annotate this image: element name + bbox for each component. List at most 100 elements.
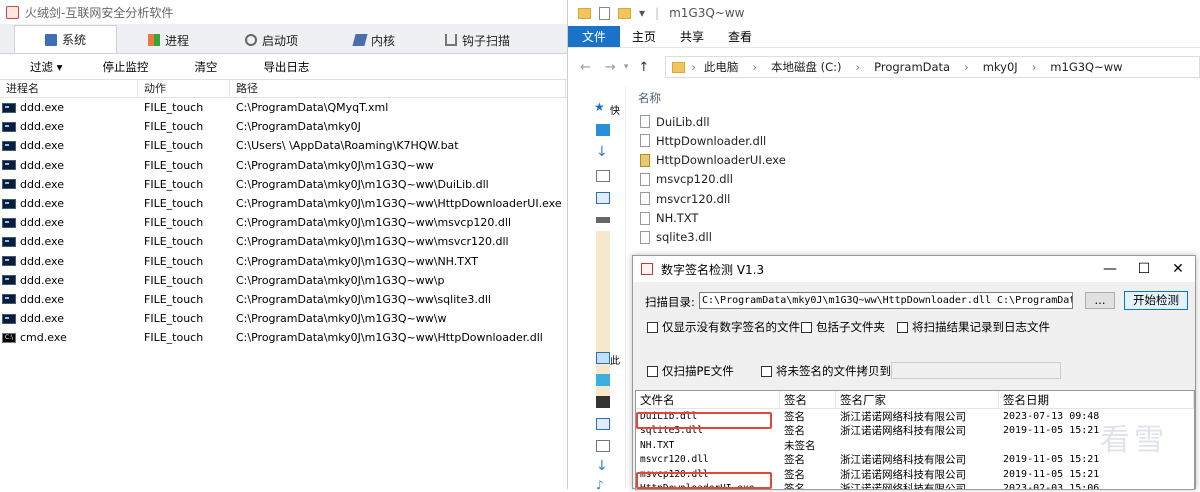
- table-row[interactable]: ddd.exe FILE_touch C:\ProgramData\mky0J\…: [0, 213, 567, 232]
- tab-kernel[interactable]: 内核: [323, 27, 426, 53]
- col-name[interactable]: 名称: [638, 90, 661, 106]
- checkbox[interactable]: [801, 321, 812, 333]
- tab-hook-scan[interactable]: 钩子扫描: [426, 27, 529, 53]
- pictures-icon[interactable]: [596, 192, 610, 204]
- cell-process: C:\ cmd.exe: [0, 331, 138, 344]
- tab-process[interactable]: 进程: [117, 27, 220, 53]
- toolbar: 过滤 ▾ 停止监控 清空 导出日志: [0, 54, 567, 80]
- video-icon[interactable]: [596, 396, 610, 408]
- cell-path: C:\ProgramData\mky0J\m1G3Q~ww\NH.TXT: [236, 254, 479, 268]
- checkbox[interactable]: [897, 321, 908, 333]
- pictures2-icon[interactable]: [596, 418, 610, 430]
- table-row[interactable]: ddd.exe FILE_touch C:\ProgramData\mky0J: [0, 117, 567, 136]
- this-pc-label[interactable]: 此: [610, 352, 620, 367]
- browse-button[interactable]: ...: [1085, 292, 1115, 309]
- ribbon-file[interactable]: 文件: [568, 26, 620, 47]
- ribbon-share[interactable]: 共享: [668, 26, 716, 47]
- cmd-icon: C:\: [2, 332, 16, 343]
- list-item[interactable]: DuiLib.dll: [640, 112, 710, 131]
- minimize-icon[interactable]: —: [1093, 256, 1127, 282]
- ribbon-tabs: 文件 主页 共享 查看: [568, 26, 1200, 48]
- list-item[interactable]: NH.TXT: [640, 209, 698, 228]
- breadcrumb[interactable]: › 此电脑 › 本地磁盘 (C:) › ProgramData › mky0J › m1…: [665, 56, 1200, 78]
- download2-icon[interactable]: ↓: [596, 459, 610, 473]
- table-row[interactable]: ddd.exe FILE_touch C:\ProgramData\mky0J\…: [0, 156, 567, 175]
- 3d-objects-icon[interactable]: [596, 374, 610, 386]
- documents2-icon[interactable]: [596, 440, 610, 452]
- scan-path-input[interactable]: C:\ProgramData\mky0J\m1G3Q~ww\HttpDownlo…: [699, 292, 1073, 309]
- maximize-icon[interactable]: ☐: [1127, 256, 1161, 282]
- cell-process: ddd.exe: [0, 274, 138, 287]
- kernel-icon: [352, 34, 368, 46]
- filter-button[interactable]: 过滤 ▾: [0, 59, 62, 75]
- cell-process: ddd.exe: [0, 293, 138, 306]
- table-row[interactable]: C:\ cmd.exe FILE_touch C:\ProgramData\mk…: [0, 328, 567, 347]
- tab-system[interactable]: 系统: [14, 25, 117, 53]
- blurred-region: [596, 231, 610, 396]
- table-row[interactable]: ddd.exe FILE_touch C:\ProgramData\mky0J\…: [0, 232, 567, 251]
- col-filename[interactable]: 文件名: [636, 391, 780, 409]
- cell-process: ddd.exe: [0, 216, 138, 229]
- export-log-button[interactable]: 导出日志: [217, 59, 309, 75]
- this-pc-icon[interactable]: [596, 352, 610, 364]
- table-row[interactable]: ddd.exe FILE_touch C:\ProgramData\mky0J\…: [0, 290, 567, 309]
- opt-pe-only[interactable]: 仅扫描PE文件: [647, 363, 734, 379]
- cell-filename: msvcr120.dll: [640, 454, 709, 466]
- new-folder-icon[interactable]: [618, 7, 631, 19]
- quick-access-label[interactable]: 快: [610, 102, 620, 117]
- opt-subfolders[interactable]: 包括子文件夹: [801, 319, 885, 335]
- table-row[interactable]: ddd.exe FILE_touch C:\ProgramData\mky0J\…: [0, 271, 567, 290]
- stop-monitor-button[interactable]: 停止监控: [62, 59, 148, 75]
- tab-startup[interactable]: 启动项: [220, 27, 323, 53]
- crumb-programdata[interactable]: ProgramData: [874, 60, 950, 74]
- cell-action: FILE_touch: [144, 331, 204, 345]
- qat-dropdown-icon[interactable]: ▾: [639, 6, 645, 20]
- list-item[interactable]: HttpDownloader.dll: [640, 131, 766, 150]
- list-item[interactable]: msvcr120.dll: [640, 189, 730, 208]
- music-icon[interactable]: ♪: [596, 479, 610, 492]
- list-item[interactable]: HttpDownloaderUI.exe: [640, 151, 786, 170]
- crumb-c-drive[interactable]: 本地磁盘 (C:): [771, 59, 842, 75]
- drive-icon[interactable]: [596, 217, 610, 223]
- crumb-current[interactable]: m1G3Q~ww: [1050, 60, 1122, 74]
- opt-log-results[interactable]: 将扫描结果记录到日志文件: [897, 319, 1050, 335]
- col-date[interactable]: 签名日期: [999, 391, 1194, 409]
- checkbox[interactable]: [647, 321, 658, 333]
- opt-copy-unsigned[interactable]: 将未签名的文件拷贝到: [761, 363, 891, 379]
- back-icon[interactable]: ←: [580, 60, 591, 75]
- cell-action: FILE_touch: [144, 216, 204, 230]
- crumb-mky0j[interactable]: mky0J: [983, 60, 1018, 74]
- table-row[interactable]: ddd.exe FILE_touch C:\ProgramData\QMyqT.…: [0, 98, 567, 117]
- checkbox[interactable]: [761, 365, 772, 377]
- table-row[interactable]: ddd.exe FILE_touch C:\ProgramData\mky0J\…: [0, 194, 567, 213]
- start-scan-button[interactable]: 开始检测: [1124, 291, 1188, 310]
- ribbon-view[interactable]: 查看: [716, 26, 764, 47]
- documents-icon[interactable]: [596, 170, 610, 182]
- col-vendor[interactable]: 签名厂家: [836, 391, 999, 409]
- download-icon[interactable]: ↓: [596, 145, 610, 159]
- recent-dropdown-icon[interactable]: ▾: [624, 62, 629, 72]
- col-signature[interactable]: 签名: [780, 391, 836, 409]
- table-row[interactable]: ddd.exe FILE_touch C:\ProgramData\mky0J\…: [0, 175, 567, 194]
- list-item[interactable]: sqlite3.dll: [640, 228, 712, 247]
- table-row[interactable]: ddd.exe FILE_touch C:\Users\ \AppData\Ro…: [0, 136, 567, 155]
- properties-icon[interactable]: [599, 6, 610, 20]
- ribbon-home[interactable]: 主页: [620, 26, 668, 47]
- list-item[interactable]: msvcp120.dll: [640, 170, 733, 189]
- cell-action: FILE_touch: [144, 254, 204, 268]
- checkbox[interactable]: [647, 365, 658, 377]
- table-row[interactable]: ddd.exe FILE_touch C:\ProgramData\mky0J\…: [0, 309, 567, 328]
- up-icon[interactable]: ↑: [638, 60, 649, 75]
- col-action[interactable]: 动作: [138, 79, 230, 98]
- table-row[interactable]: ddd.exe FILE_touch C:\ProgramData\mky0J\…: [0, 252, 567, 271]
- clear-button[interactable]: 清空: [148, 59, 217, 75]
- col-process[interactable]: 进程名: [0, 79, 138, 98]
- close-icon[interactable]: ✕: [1161, 256, 1195, 282]
- crumb-this-pc[interactable]: 此电脑: [704, 59, 739, 75]
- opt-unsigned-only[interactable]: 仅显示没有数字签名的文件: [647, 319, 800, 335]
- quick-access-star-icon[interactable]: ★: [594, 100, 605, 114]
- copy-dest-input[interactable]: [891, 362, 1061, 379]
- col-path[interactable]: 路径: [230, 79, 566, 98]
- desktop-icon[interactable]: [596, 124, 610, 136]
- forward-icon[interactable]: →: [605, 60, 616, 75]
